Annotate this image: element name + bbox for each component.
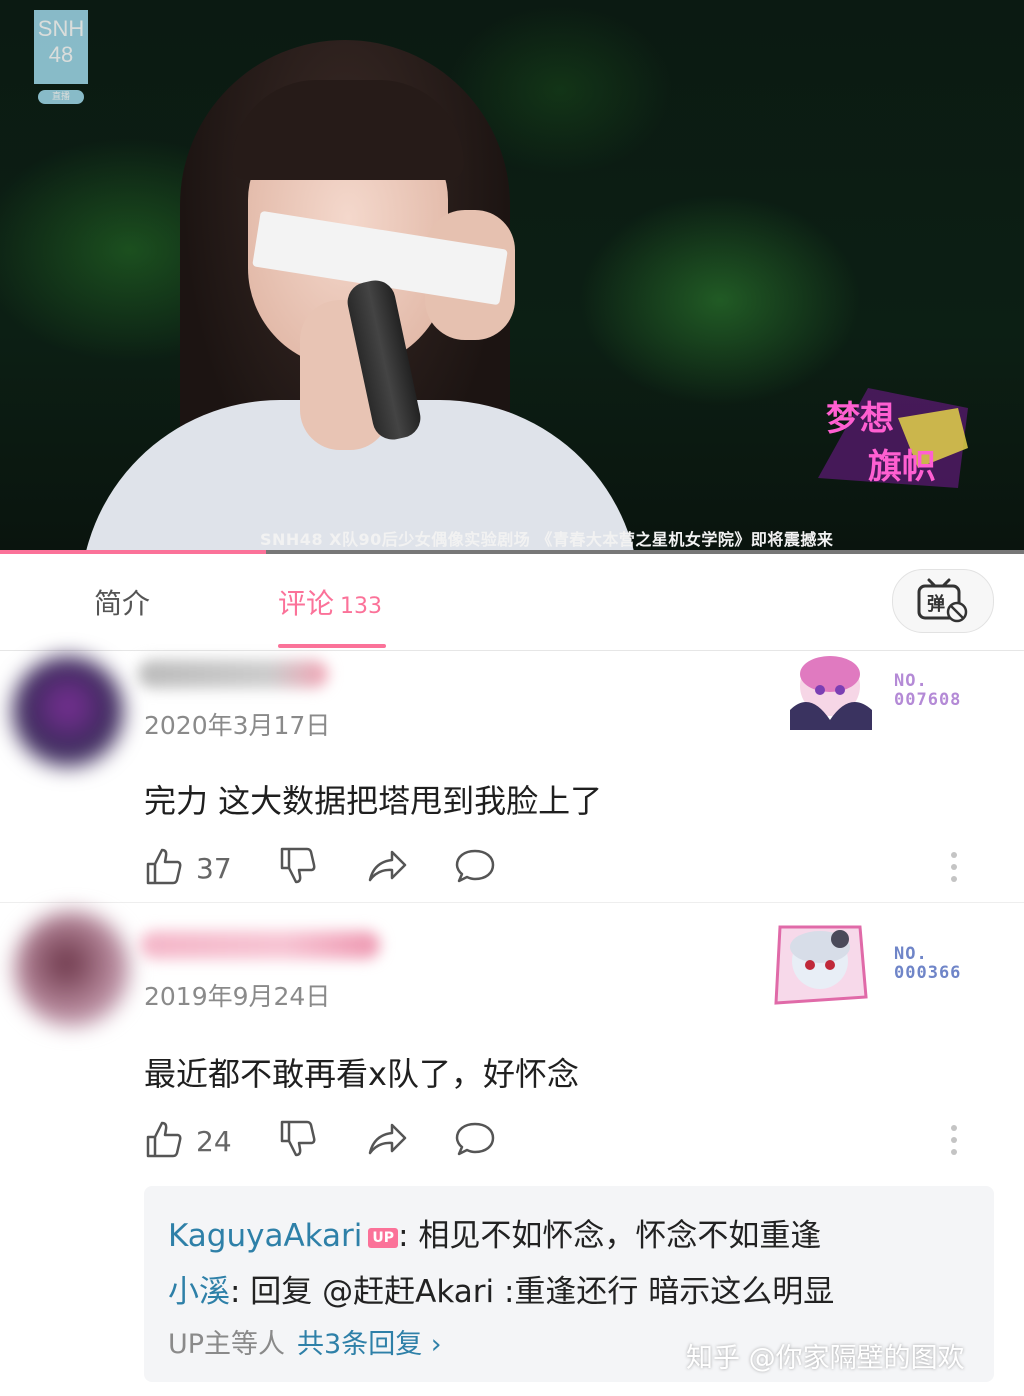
like-icon[interactable] (144, 846, 184, 886)
reply-item: KaguyaAkari UP: 相见不如怀念，怀念不如重逢 (168, 1210, 821, 1255)
comment-actions: 37 (144, 846, 1004, 890)
avatar[interactable] (12, 656, 124, 768)
comment-date: 2020年3月17日 (144, 711, 331, 740)
view-all-replies[interactable]: UP主等人 共3条回复 › (168, 1322, 442, 1361)
reply-icon[interactable] (454, 1119, 496, 1159)
video-player[interactable]: SNH 48 直播 梦想 旗帜 SNH48 X队90后少女偶像实验剧场 《青春大… (0, 0, 1024, 552)
watermark: 知乎 @你家隔壁的图欢 (686, 1343, 965, 1374)
show-logo: 梦想 旗帜 (818, 388, 968, 488)
show-logo-text-2: 旗帜 (868, 447, 936, 487)
view-replies-link[interactable]: 共3条回复 › (297, 1329, 442, 1360)
reply-item: 小溪: 回复 @赶赶Akari :重逢还行 暗示这么明显 (168, 1266, 834, 1311)
active-tab-indicator (278, 644, 386, 648)
comment-text: 最近都不敢再看x队了，好怀念 (144, 1055, 579, 1093)
dislike-icon[interactable] (278, 846, 318, 886)
danmaku-off-icon: 弹 (917, 578, 968, 623)
reply-separator: : (398, 1218, 409, 1254)
tab-comments-count: 133 (340, 594, 383, 619)
avatar[interactable] (14, 911, 130, 1027)
show-logo-text-1: 梦想 (826, 399, 894, 439)
comment-item: NO. 007608 2020年3月17日 完力 这大数据把塔甩到我脸上了 37 (0, 650, 1024, 902)
tab-comments[interactable]: 评论 133 (278, 582, 382, 622)
reply-author[interactable]: KaguyaAkari (168, 1218, 362, 1254)
video-ticker-caption: SNH48 X队90后少女偶像实验剧场 《青春大本营之星机女学院》即将震撼来 (260, 530, 834, 549)
snh48-logo: SNH 48 (34, 10, 88, 84)
comment-date: 2019年9月24日 (144, 982, 331, 1011)
reply-icon[interactable] (454, 846, 496, 886)
fan-badge-number: NO. 000366 (894, 944, 962, 983)
reply-more-prefix: UP主等人 (168, 1329, 286, 1360)
share-icon[interactable] (366, 1119, 408, 1159)
svg-text:弹: 弹 (927, 593, 945, 615)
tab-comments-label: 评论 (278, 587, 335, 620)
like-count: 37 (196, 852, 232, 885)
live-tag: 直播 (38, 90, 84, 104)
tab-bar: 简介 评论 133 弹 (0, 554, 1024, 651)
comment-actions: 24 (144, 1119, 1004, 1163)
username-blurred[interactable] (140, 931, 380, 959)
username-blurred[interactable] (138, 660, 328, 688)
reply-author[interactable]: 小溪 (168, 1274, 230, 1310)
more-options-icon[interactable] (948, 852, 960, 888)
comment-text: 完力 这大数据把塔甩到我脸上了 (144, 782, 603, 820)
reply-text: 回复 @赶赶Akari :重逢还行 暗示这么明显 (240, 1274, 835, 1310)
danmaku-toggle-button[interactable]: 弹 (892, 569, 994, 633)
like-count: 24 (196, 1125, 232, 1158)
fan-badge-number: NO. 007608 (894, 671, 962, 710)
reply-text: 相见不如怀念，怀念不如重逢 (408, 1218, 822, 1254)
dislike-icon[interactable] (278, 1119, 318, 1159)
share-icon[interactable] (366, 846, 408, 886)
tab-intro[interactable]: 简介 (94, 582, 150, 622)
more-options-icon[interactable] (948, 1125, 960, 1161)
fan-badge-avatar (790, 656, 872, 730)
like-icon[interactable] (144, 1119, 184, 1159)
fan-badge-avatar (774, 925, 868, 1005)
up-tag: UP (368, 1228, 399, 1248)
reply-separator: : (230, 1274, 241, 1310)
